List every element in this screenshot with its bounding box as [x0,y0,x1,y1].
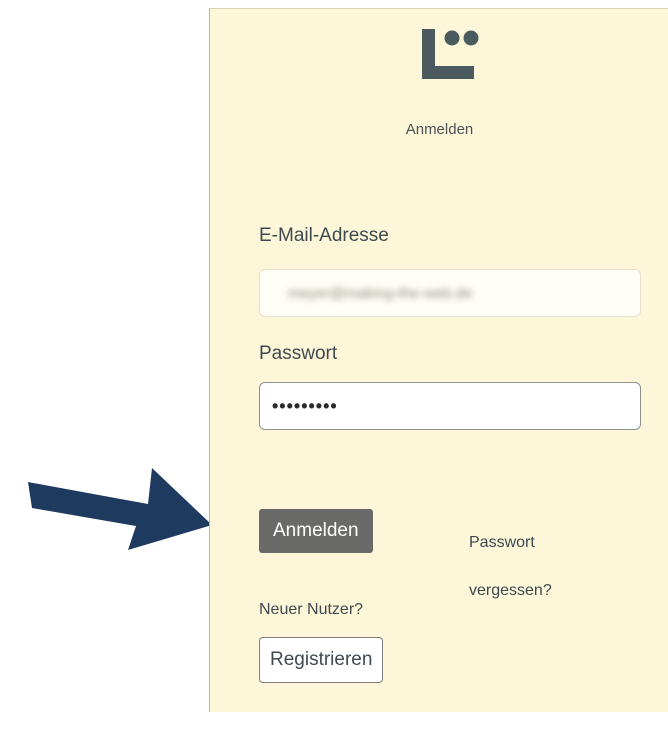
forgot-password-line2: vergessen? [469,582,552,599]
email-value: meyer@making-the-web.de [288,284,473,302]
arrow-right-icon [28,468,212,550]
email-field[interactable]: meyer@making-the-web.de [259,269,641,317]
password-value: ••••••••• [272,395,338,416]
password-label: Passwort [259,343,338,364]
page-subtitle: Anmelden [405,121,474,138]
brand-logo-icon [422,29,479,79]
login-panel: Anmelden E-Mail-Adresse meyer@making-the… [209,8,668,712]
login-button[interactable]: Anmelden [259,509,373,553]
register-button[interactable]: Registrieren [259,637,384,683]
new-user-label: Neuer Nutzer? [259,601,364,618]
email-label: E-Mail-Adresse [259,225,389,246]
password-field[interactable]: ••••••••• [259,382,641,430]
forgot-password-link[interactable]: Passwort vergessen? [469,519,589,615]
screenshot-stage: Anmelden E-Mail-Adresse meyer@making-the… [0,0,668,740]
forgot-password-line1: Passwort [469,534,535,551]
